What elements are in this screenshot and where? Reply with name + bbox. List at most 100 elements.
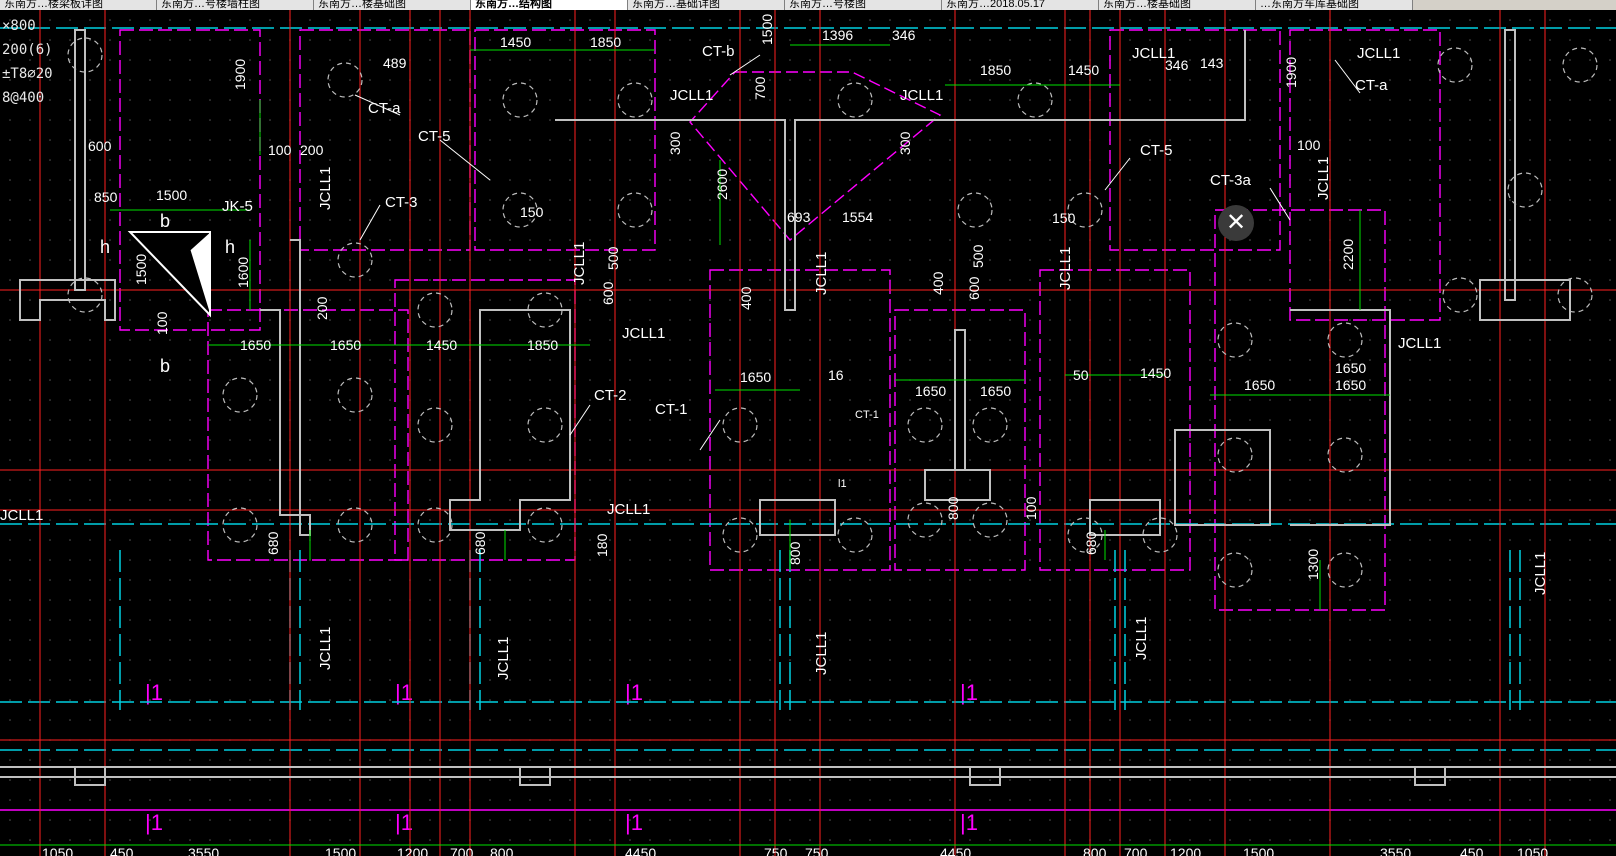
dimension-text: 693 [787, 209, 811, 225]
dimension-text: 16 [828, 367, 844, 383]
jcll1-label: JCLL1 [813, 632, 830, 675]
cad-drawing-canvas[interactable]: |1|1|1|1|1|1|1|1 CT-aCT-aCT-bCT-5CT-5CT-… [0, 10, 1616, 856]
dimension-text: 1050 [1517, 845, 1548, 856]
dimension-text: 1650 [330, 337, 361, 353]
ct-2-label: CT-2 [594, 387, 627, 404]
dimension-text: 400 [738, 286, 754, 310]
jcll1-label: JCLL1 [813, 252, 830, 295]
ct-1-label: CT-1 [855, 409, 879, 421]
dimension-text: 1200 [397, 845, 428, 856]
dimension-text: 1200 [1170, 845, 1201, 856]
jcll1-label: JCLL1 [670, 87, 713, 104]
dimension-text: 680 [265, 531, 281, 555]
dimension-text: 1650 [240, 337, 271, 353]
dimension-text: 1850 [527, 337, 558, 353]
dimension-text: 1554 [842, 209, 873, 225]
ct-3-label: CT-3 [385, 194, 418, 211]
grid-dots [0, 10, 1616, 856]
tab-drawing-8[interactable]: …东南方车库基础图 [1256, 0, 1413, 10]
dimension-text: 1450 [1140, 365, 1171, 381]
jcll1-label: JCLL1 [0, 507, 43, 524]
dimension-text: 1850 [980, 62, 1011, 78]
ct-a-label: CT-a [1355, 77, 1388, 94]
dimension-text: 1500 [1243, 845, 1274, 856]
dimension-text: 1600 [235, 257, 251, 288]
dimension-text: 1650 [980, 383, 1011, 399]
dimension-text: 100 [1297, 137, 1321, 153]
dimension-text: 1450 [426, 337, 457, 353]
dimension-text: 800 [945, 496, 961, 520]
dimension-text: 600 [966, 276, 982, 300]
dimension-text: 489 [383, 55, 407, 71]
dimension-text: 1500 [133, 254, 149, 285]
dimension-text: 1500 [325, 845, 356, 856]
dimension-text: 1300 [1305, 549, 1321, 580]
dimension-text: 50 [1073, 367, 1089, 383]
dimension-text: 346 [1165, 57, 1189, 73]
ct-b-label: CT-b [702, 43, 735, 60]
note-line: ×800 [2, 18, 36, 34]
ct-1-label: CT-1 [655, 401, 688, 418]
dimension-text: 200 [314, 296, 330, 320]
dimension-text: 1500 [156, 187, 187, 203]
dimension-text: 680 [472, 531, 488, 555]
jcll1-label: JCLL1 [1398, 335, 1441, 352]
dimension-text: 1500 [759, 14, 775, 45]
dimension-text: 450 [110, 845, 134, 856]
tab-drawing-3[interactable]: 东南方…结构图 [471, 0, 628, 10]
dimension-text: 600 [600, 281, 616, 305]
dimension-text: 750 [764, 845, 788, 856]
dimension-text: 1850 [590, 34, 621, 50]
dimension-text: 4450 [625, 845, 656, 856]
beam-label: l1 [838, 478, 847, 490]
tab-drawing-4[interactable]: 东南方…基础详图 [628, 0, 785, 10]
dimension-text: 700 [1124, 845, 1148, 856]
jcll1-label: JCLL1 [317, 627, 334, 670]
dimension-text: 500 [605, 246, 621, 270]
dimension-text: 150 [520, 204, 544, 220]
dimension-text: 1396 [822, 27, 853, 43]
drawing-tab-bar: 东南方…楼梁板详图 东南方…号楼墙柱图 东南方…楼基础图 东南方…结构图 东南方…基础详… [0, 0, 1616, 10]
jcll1-label: JCLL1 [571, 242, 588, 285]
dimension-text: 300 [897, 131, 913, 155]
dimension-text: 500 [970, 244, 986, 268]
tab-drawing-1[interactable]: 东南方…号楼墙柱图 [157, 0, 314, 10]
dimension-text: 200 [300, 142, 324, 158]
section-h-label: h [100, 237, 110, 257]
note-line: ±T8⌀20 [2, 66, 53, 82]
jcll1-label: JCLL1 [622, 325, 665, 342]
pile-marker-label: |1 [145, 810, 163, 835]
dimension-text: 1650 [1335, 377, 1366, 393]
jcll1-label: JCLL1 [1532, 552, 1549, 595]
dimension-text: 300 [667, 131, 683, 155]
dimension-text: 100 [154, 311, 170, 335]
dimension-text: 600 [88, 138, 112, 154]
dimension-text: 1650 [740, 369, 771, 385]
jcll1-label: JCLL1 [607, 501, 650, 518]
top-left-rebar-notes: ×800 200(6) ±T8⌀20 8@400 [2, 14, 53, 110]
dimension-text: 180 [594, 533, 610, 557]
tab-drawing-7[interactable]: 东南方…楼基础图 [1099, 0, 1256, 10]
dimension-text: 346 [892, 27, 916, 43]
jcll1-label: JCLL1 [317, 167, 334, 210]
pile-marker-label: |1 [625, 810, 643, 835]
tab-drawing-5[interactable]: 东南方…号楼图 [785, 0, 942, 10]
tab-drawing-2[interactable]: 东南方…楼基础图 [314, 0, 471, 10]
dimension-text: 800 [787, 541, 803, 565]
tab-drawing-0[interactable]: 东南方…楼梁板详图 [0, 0, 157, 10]
dimension-text: 143 [1200, 55, 1224, 71]
jcll1-label: JCLL1 [495, 637, 512, 680]
jcll1-label: JCLL1 [1315, 157, 1332, 200]
dimension-text: 400 [930, 271, 946, 295]
dimension-text: 850 [94, 189, 118, 205]
close-icon[interactable]: ✕ [1218, 205, 1254, 241]
note-line: 200(6) [2, 42, 53, 58]
dimension-text: 3550 [1380, 845, 1411, 856]
dimension-text: 100 [1023, 496, 1039, 520]
jcll1-label: JCLL1 [1057, 247, 1074, 290]
tab-drawing-6[interactable]: 东南方…2018.05.17 [942, 0, 1099, 10]
pile-marker-label: |1 [960, 810, 978, 835]
dimension-text: 680 [1083, 531, 1099, 555]
dimension-text: 3550 [188, 845, 219, 856]
dimension-text: 700 [752, 76, 768, 100]
